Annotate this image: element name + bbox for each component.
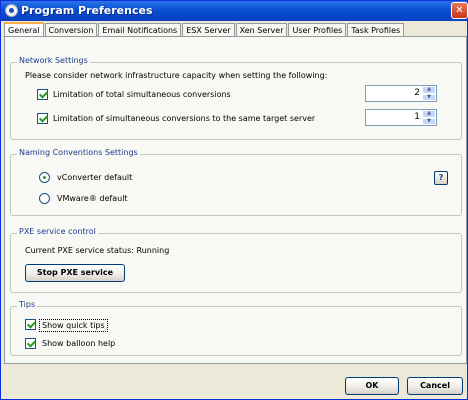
limit-target-label: Limitation of simultaneous conversions t… bbox=[53, 114, 316, 123]
limit-target-up-icon[interactable]: ▲ bbox=[422, 110, 436, 118]
vconverter-default-radio[interactable] bbox=[39, 172, 50, 183]
network-settings-title: Network Settings bbox=[17, 56, 90, 65]
limit-target-spin-buttons: ▲ ▼ bbox=[422, 110, 436, 125]
tips-group: Tips Show quick tips Show balloon help bbox=[10, 300, 462, 356]
cancel-button[interactable]: Cancel bbox=[407, 377, 463, 395]
show-balloon-help-label: Show balloon help bbox=[42, 339, 116, 348]
vmware-default-label: VMware® default bbox=[57, 194, 128, 203]
network-description: Please consider network infrastructure c… bbox=[25, 71, 328, 80]
tab-strip: General Conversion Email Notifications E… bbox=[4, 22, 424, 37]
program-preferences-window: Program Preferences ✕ General Conversion… bbox=[0, 0, 468, 400]
tab-email-notifications[interactable]: Email Notifications bbox=[98, 23, 182, 37]
vmware-default-radio[interactable] bbox=[39, 193, 50, 204]
tab-esx-server[interactable]: ESX Server bbox=[182, 23, 235, 37]
tips-title: Tips bbox=[17, 300, 38, 309]
show-quick-tips-label: Show quick tips bbox=[39, 319, 108, 332]
show-balloon-help-checkbox[interactable] bbox=[25, 338, 36, 349]
pxe-service-title: PXE service control bbox=[17, 227, 98, 236]
stop-pxe-service-button[interactable]: Stop PXE service bbox=[25, 264, 125, 282]
close-icon: ✕ bbox=[455, 5, 464, 16]
window-title: Program Preferences bbox=[21, 4, 153, 17]
limit-total-value: 2 bbox=[414, 88, 420, 98]
limit-total-checkbox[interactable] bbox=[37, 89, 48, 100]
limit-total-label: Limitation of total simultaneous convers… bbox=[53, 90, 231, 99]
tab-xen-server[interactable]: Xen Server bbox=[235, 23, 288, 37]
general-tab-panel: Network Settings Please consider network… bbox=[4, 36, 467, 364]
limit-target-checkbox[interactable] bbox=[37, 113, 48, 124]
pxe-service-group: PXE service control Current PXE service … bbox=[10, 227, 462, 293]
naming-conventions-group: Naming Conventions Settings vConverter d… bbox=[10, 148, 462, 216]
naming-conventions-title: Naming Conventions Settings bbox=[17, 148, 140, 157]
naming-help-button[interactable]: ? bbox=[434, 171, 448, 185]
limit-target-spinner[interactable]: 1 ▲ ▼ bbox=[365, 109, 437, 126]
tab-task-profiles[interactable]: Task Profiles bbox=[347, 23, 405, 37]
network-settings-group: Network Settings Please consider network… bbox=[10, 56, 462, 140]
limit-total-down-icon[interactable]: ▼ bbox=[422, 93, 436, 101]
close-button[interactable]: ✕ bbox=[451, 2, 468, 19]
limit-target-value: 1 bbox=[414, 112, 420, 122]
limit-total-spin-buttons: ▲ ▼ bbox=[422, 86, 436, 101]
vconverter-default-label: vConverter default bbox=[57, 173, 133, 182]
ok-button[interactable]: OK bbox=[345, 377, 399, 395]
app-icon bbox=[5, 4, 18, 17]
show-quick-tips-checkbox[interactable] bbox=[25, 319, 36, 330]
pxe-status-text: Current PXE service status: Running bbox=[25, 246, 170, 255]
limit-total-up-icon[interactable]: ▲ bbox=[422, 86, 436, 94]
limit-total-spinner[interactable]: 2 ▲ ▼ bbox=[365, 85, 437, 102]
tab-user-profiles[interactable]: User Profiles bbox=[288, 23, 347, 37]
tab-conversion[interactable]: Conversion bbox=[44, 23, 98, 37]
limit-target-down-icon[interactable]: ▼ bbox=[422, 117, 436, 125]
tab-general[interactable]: General bbox=[4, 22, 44, 37]
title-bar[interactable]: Program Preferences ✕ bbox=[1, 1, 468, 21]
